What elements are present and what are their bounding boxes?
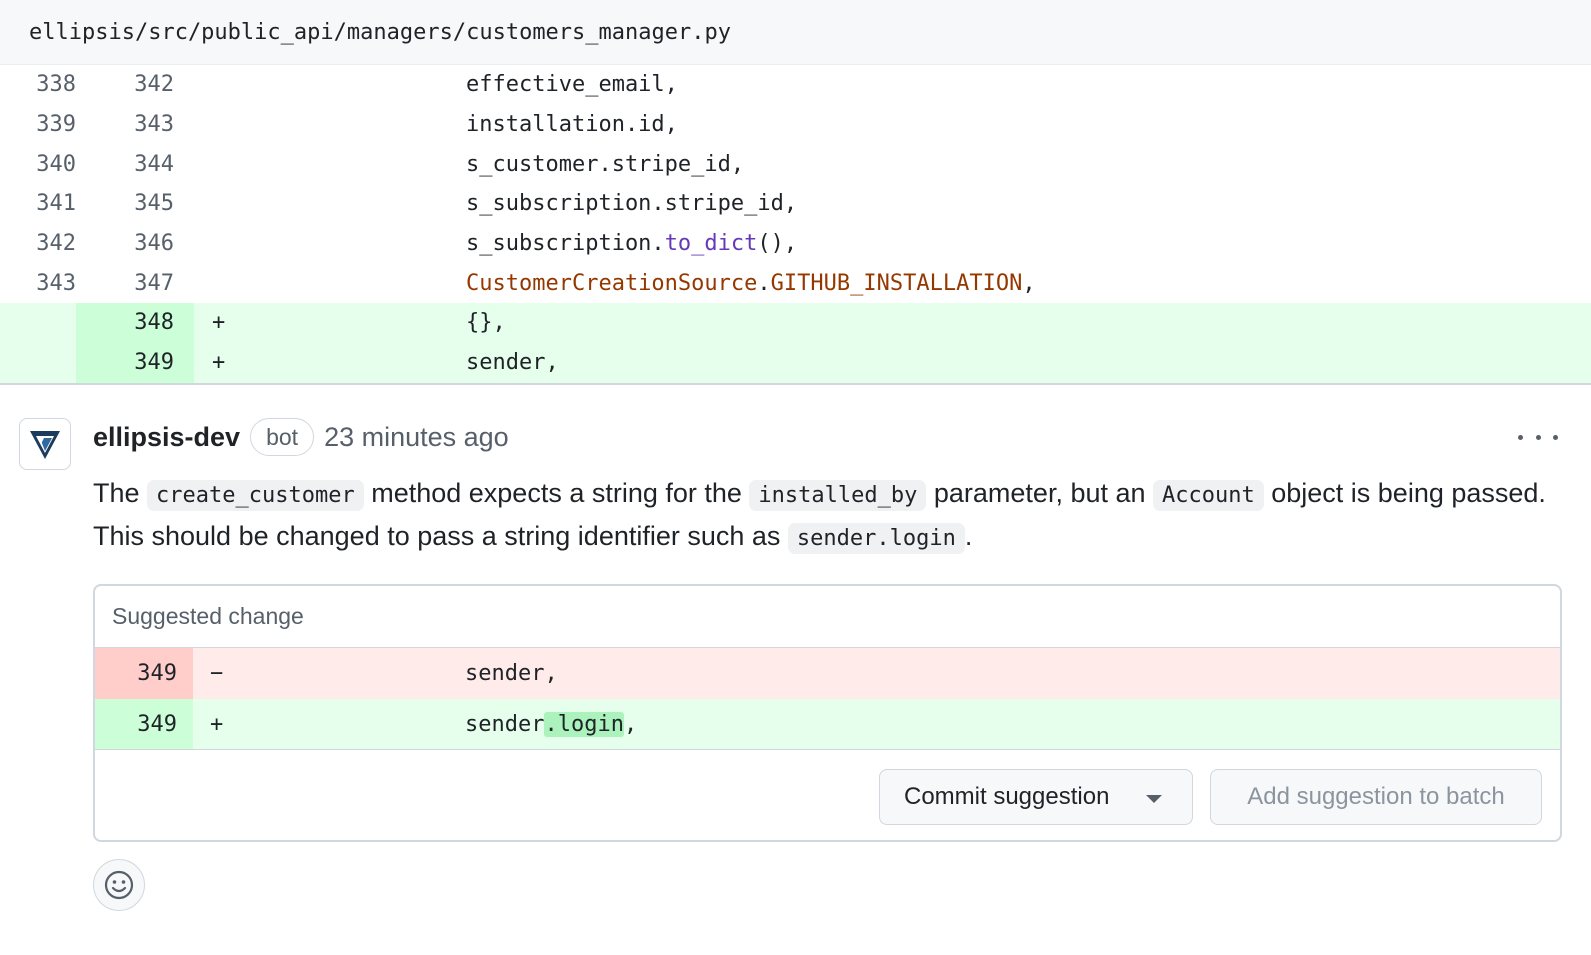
code-token-function: to_dict: [664, 231, 758, 257]
suggested-change-box: Suggested change 349 − sender, 349 + sen…: [93, 584, 1562, 842]
old-line-number[interactable]: 343: [0, 263, 76, 303]
body-text: method expects a string for the: [363, 478, 750, 508]
body-text: The: [93, 478, 148, 508]
code-token: s_subscription.: [466, 231, 665, 257]
code-line: {},: [466, 310, 506, 336]
code-line: effective_email,: [466, 72, 678, 98]
diff-row-added: 348 + {},: [0, 303, 1591, 343]
ellipsis-logo-icon: [30, 431, 60, 459]
diff-row: 341 345 s_subscription.stripe_id,: [0, 184, 1591, 224]
old-line-number[interactable]: 342: [0, 224, 76, 264]
commit-suggestion-button[interactable]: Commit suggestion: [879, 769, 1193, 825]
suggestion-row-deleted: 349 − sender,: [95, 648, 1560, 699]
diff-divider: [0, 383, 1591, 385]
body-text: parameter, but an: [926, 478, 1154, 508]
comment-body: The create_customer method expects a str…: [93, 473, 1563, 559]
inline-code: sender.login: [787, 523, 965, 554]
new-line-number[interactable]: 349: [76, 342, 194, 383]
add-to-batch-button[interactable]: Add suggestion to batch: [1210, 769, 1542, 825]
diff-row: 342 346 s_subscription.to_dict(),: [0, 224, 1591, 264]
inline-code: installed_by: [749, 480, 927, 511]
code-token-constant: GITHUB_INSTALLATION: [770, 270, 1023, 296]
diff-marker: −: [210, 661, 224, 686]
add-to-batch-label: Add suggestion to batch: [1247, 783, 1505, 810]
caret-down-icon[interactable]: [1146, 795, 1162, 803]
inline-code: Account: [1153, 480, 1264, 511]
new-line-number[interactable]: 344: [76, 144, 194, 184]
commit-suggestion-label: Commit suggestion: [904, 783, 1110, 810]
dot-icon: [1535, 434, 1541, 440]
diff-row: 340 344 s_customer.stripe_id,: [0, 144, 1591, 184]
avatar[interactable]: [19, 418, 71, 470]
line-number: 349: [95, 648, 193, 699]
smiley-icon: [104, 870, 134, 900]
new-line-number[interactable]: 346: [76, 224, 194, 264]
old-line-number[interactable]: 339: [0, 105, 76, 145]
old-line-number[interactable]: 338: [0, 65, 76, 105]
line-number: 349: [95, 699, 193, 749]
code-token-highlight: .login: [544, 711, 624, 737]
diff-marker: +: [210, 711, 224, 737]
code-line: s_subscription.stripe_id,: [466, 191, 798, 217]
suggestion-row-added: 349 + sender.login,: [95, 699, 1560, 750]
diff-row-added: 349 + sender,: [0, 342, 1591, 383]
code-line: sender.login,: [233, 711, 638, 737]
suggestion-actions: Commit suggestion Add suggestion to batc…: [95, 769, 1560, 840]
code-line: s_subscription.to_dict(),: [234, 231, 797, 256]
diff-row: 339 343 installation.id,: [0, 105, 1591, 145]
code-line: s_customer.stripe_id,: [466, 151, 745, 177]
new-line-number[interactable]: 345: [76, 184, 194, 224]
comment-header: ellipsis-dev bot 23 minutes ago: [93, 417, 509, 457]
comment-timestamp[interactable]: 23 minutes ago: [324, 422, 509, 453]
file-path-header[interactable]: ellipsis/src/public_api/managers/custome…: [0, 0, 1591, 65]
dot-icon: [1553, 434, 1558, 440]
bot-badge: bot: [250, 418, 315, 456]
suggested-change-title: Suggested change: [95, 586, 1560, 648]
body-text: .: [964, 521, 973, 551]
new-line-number[interactable]: 342: [76, 65, 194, 105]
diff-row: 338 342 effective_email,: [0, 65, 1591, 105]
new-line-number[interactable]: 347: [76, 263, 194, 303]
old-line-number[interactable]: 341: [0, 184, 76, 224]
code-token: .: [757, 270, 771, 296]
new-line-number[interactable]: 348: [76, 303, 194, 343]
diff-marker: +: [212, 310, 226, 336]
code-token: sender: [465, 711, 545, 737]
author-name[interactable]: ellipsis-dev: [93, 422, 240, 453]
code-line: CustomerCreationSource.GITHUB_INSTALLATI…: [234, 271, 1036, 296]
code-line: sender,: [466, 350, 559, 376]
code-token: ,: [1022, 270, 1036, 296]
old-line-number[interactable]: [0, 342, 76, 383]
diff-row: 343 347 CustomerCreationSource.GITHUB_IN…: [0, 263, 1591, 303]
old-line-number[interactable]: 340: [0, 144, 76, 184]
new-line-number[interactable]: 343: [76, 105, 194, 145]
code-token: (),: [757, 231, 798, 257]
inline-code: create_customer: [147, 480, 364, 511]
code-line: installation.id,: [466, 112, 678, 138]
diff-marker: +: [212, 350, 226, 376]
more-options-icon[interactable]: [1518, 427, 1558, 447]
code-token-constant: CustomerCreationSource: [466, 270, 758, 296]
code-token: ,: [623, 711, 638, 737]
code-line: sender,: [465, 661, 558, 686]
file-path: ellipsis/src/public_api/managers/custome…: [29, 19, 731, 45]
add-reaction-button[interactable]: [93, 859, 145, 911]
old-line-number[interactable]: [0, 303, 76, 343]
dot-icon: [1518, 434, 1523, 440]
diff-table: 338 342 effective_email, 339 343 install…: [0, 65, 1591, 383]
